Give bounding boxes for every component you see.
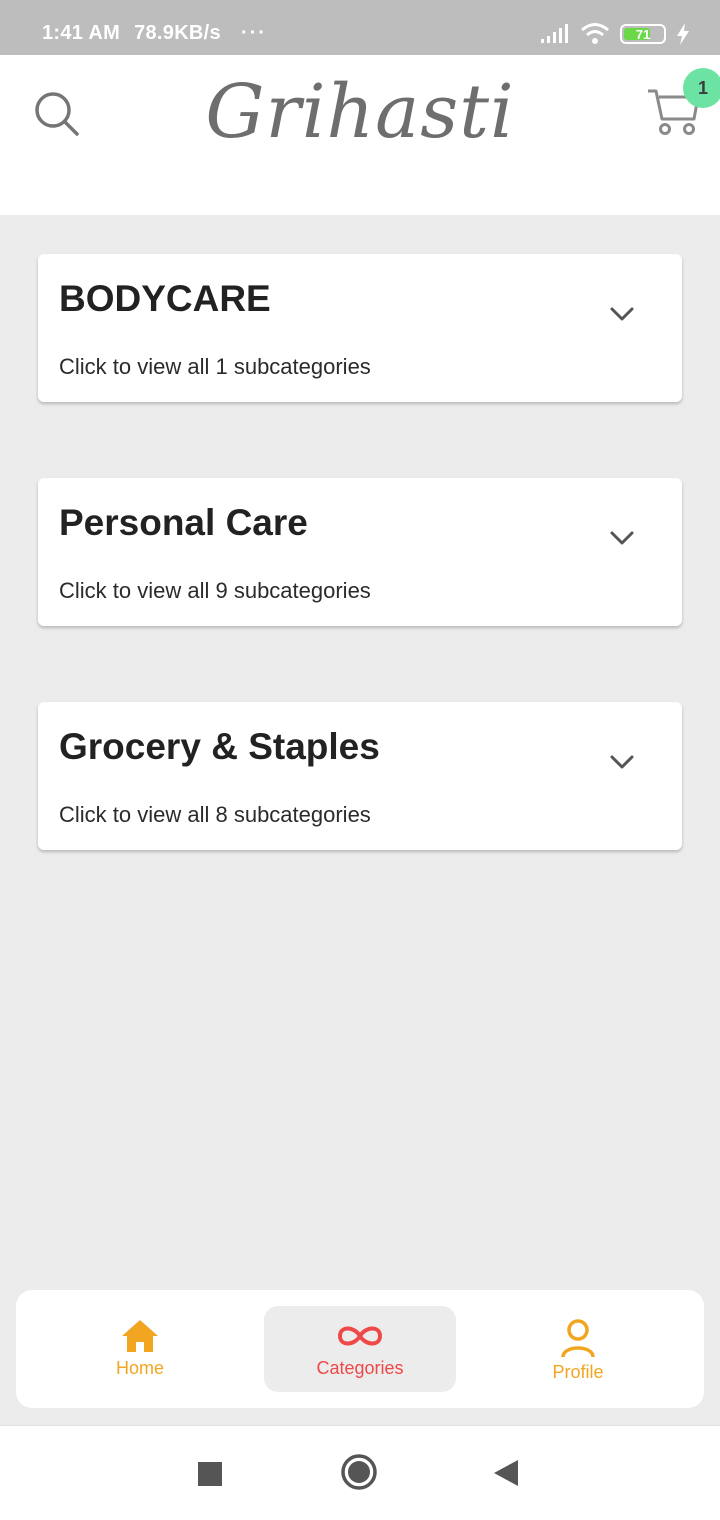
category-card-personal-care[interactable]: Personal Care Click to view all 9 subcat… (38, 478, 682, 626)
status-time: 1:41 AM (42, 22, 121, 44)
signal-icon (541, 24, 568, 43)
nav-profile-label: Profile (552, 1362, 604, 1382)
wifi-icon (581, 23, 609, 44)
cart-count-badge: 1 (683, 68, 720, 108)
chevron-down-icon[interactable] (608, 748, 636, 776)
chevron-down-icon[interactable] (608, 300, 636, 328)
battery-level: 71 (635, 26, 651, 42)
category-subtitle: Click to view all 1 subcategories (59, 354, 371, 379)
charging-icon (677, 23, 689, 45)
category-card-bodycare[interactable]: BODYCARE Click to view all 1 subcategori… (38, 254, 682, 402)
nav-profile[interactable]: Profile (482, 1306, 674, 1392)
category-subtitle: Click to view all 8 subcategories (59, 802, 371, 827)
app-header: Grihasti (0, 55, 720, 215)
status-bar: 1:41 AM 78.9KB/s ··· 71 (0, 0, 720, 55)
infinity-icon (337, 1326, 383, 1346)
nav-home-label: Home (115, 1358, 164, 1378)
app-logo: Grihasti (205, 69, 515, 155)
status-right: 71 (540, 22, 690, 46)
status-more-dots: ··· (240, 22, 267, 44)
profile-icon (561, 1319, 595, 1358)
nav-home[interactable]: Home (44, 1306, 236, 1392)
category-title: Personal Care (59, 502, 308, 543)
category-title: Grocery & Staples (59, 726, 380, 767)
category-subtitle: Click to view all 9 subcategories (59, 578, 371, 603)
category-card-grocery-staples[interactable]: Grocery & Staples Click to view all 8 su… (38, 702, 682, 850)
status-speed: 78.9KB/s (134, 22, 221, 44)
home-circle-icon[interactable] (340, 1453, 378, 1491)
battery-icon: 71 (620, 24, 666, 44)
recents-square-icon[interactable] (198, 1462, 222, 1486)
bottom-navigation: Home Categories Profile (16, 1290, 704, 1408)
nav-categories-label: Categories (316, 1358, 404, 1378)
home-icon (122, 1320, 158, 1352)
back-triangle-icon[interactable] (492, 1458, 520, 1488)
category-title: BODYCARE (59, 278, 271, 319)
nav-categories[interactable]: Categories (264, 1306, 456, 1392)
status-left: 1:41 AM 78.9KB/s ··· (42, 22, 267, 45)
chevron-down-icon[interactable] (608, 524, 636, 552)
system-navigation-bar (0, 1425, 720, 1520)
